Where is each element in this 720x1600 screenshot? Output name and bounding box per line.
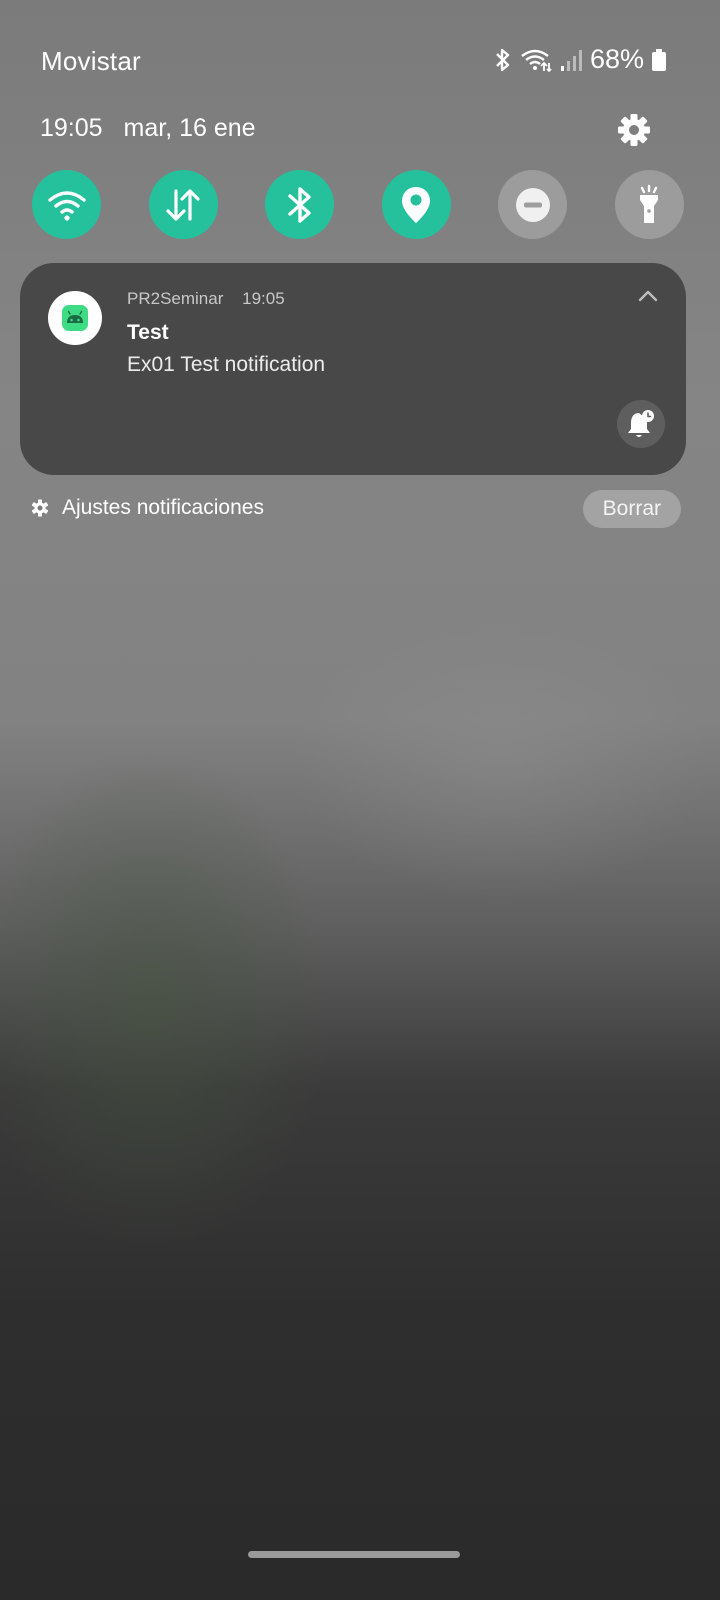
gear-icon bbox=[618, 114, 650, 146]
navigation-handle[interactable] bbox=[248, 1551, 460, 1558]
cell-signal-icon bbox=[560, 49, 582, 71]
snooze-button[interactable] bbox=[617, 400, 665, 448]
gear-icon bbox=[31, 499, 49, 517]
date-time: 19:05 mar, 16 ene bbox=[40, 114, 256, 143]
status-icons: 68% bbox=[494, 44, 666, 75]
clear-button[interactable]: Borrar bbox=[582, 490, 681, 528]
tile-location[interactable] bbox=[381, 170, 451, 239]
notification-card[interactable]: PR2Seminar 19:05 Test Ex01 Test notifica… bbox=[20, 263, 686, 475]
tile-do-not-disturb[interactable] bbox=[498, 170, 568, 239]
chevron-up-icon bbox=[638, 290, 658, 302]
notification-text: Ex01 Test notification bbox=[127, 353, 326, 376]
notification-time: 19:05 bbox=[242, 289, 285, 308]
minus-circle-icon bbox=[515, 187, 550, 222]
android-icon bbox=[62, 305, 88, 331]
tile-mobile-data[interactable] bbox=[148, 170, 218, 239]
location-icon bbox=[402, 186, 431, 223]
notification-settings-link[interactable]: Ajustes notificaciones bbox=[30, 496, 264, 520]
notification-header: PR2Seminar 19:05 bbox=[127, 289, 285, 309]
quick-settings-panel bbox=[32, 170, 684, 239]
battery-percent: 68% bbox=[589, 44, 644, 74]
app-icon bbox=[48, 291, 102, 345]
collapse-button[interactable] bbox=[638, 289, 658, 303]
date-label: mar, 16 ene bbox=[123, 114, 256, 142]
tile-flashlight[interactable] bbox=[614, 170, 684, 239]
wifi-signal-icon bbox=[521, 49, 552, 72]
notification-footer: Ajustes notificaciones Borrar bbox=[30, 490, 681, 530]
carrier-name: Movistar bbox=[41, 46, 141, 76]
bluetooth-icon bbox=[496, 48, 510, 71]
bluetooth-icon bbox=[287, 186, 311, 223]
tile-bluetooth[interactable] bbox=[265, 170, 335, 239]
battery-icon bbox=[652, 48, 666, 71]
flashlight-icon bbox=[640, 184, 659, 223]
snooze-bell-icon bbox=[628, 410, 654, 437]
notification-title: Test bbox=[127, 321, 169, 344]
clock-time: 19:05 bbox=[40, 114, 103, 142]
settings-button[interactable] bbox=[614, 110, 654, 150]
notification-app-name: PR2Seminar bbox=[127, 289, 224, 308]
status-bar: Movistar 68% bbox=[41, 44, 666, 84]
wifi-icon bbox=[47, 190, 86, 221]
data-transfer-icon bbox=[166, 188, 200, 221]
notification-settings-label: Ajustes notificaciones bbox=[62, 496, 264, 519]
tile-wifi[interactable] bbox=[32, 170, 101, 239]
